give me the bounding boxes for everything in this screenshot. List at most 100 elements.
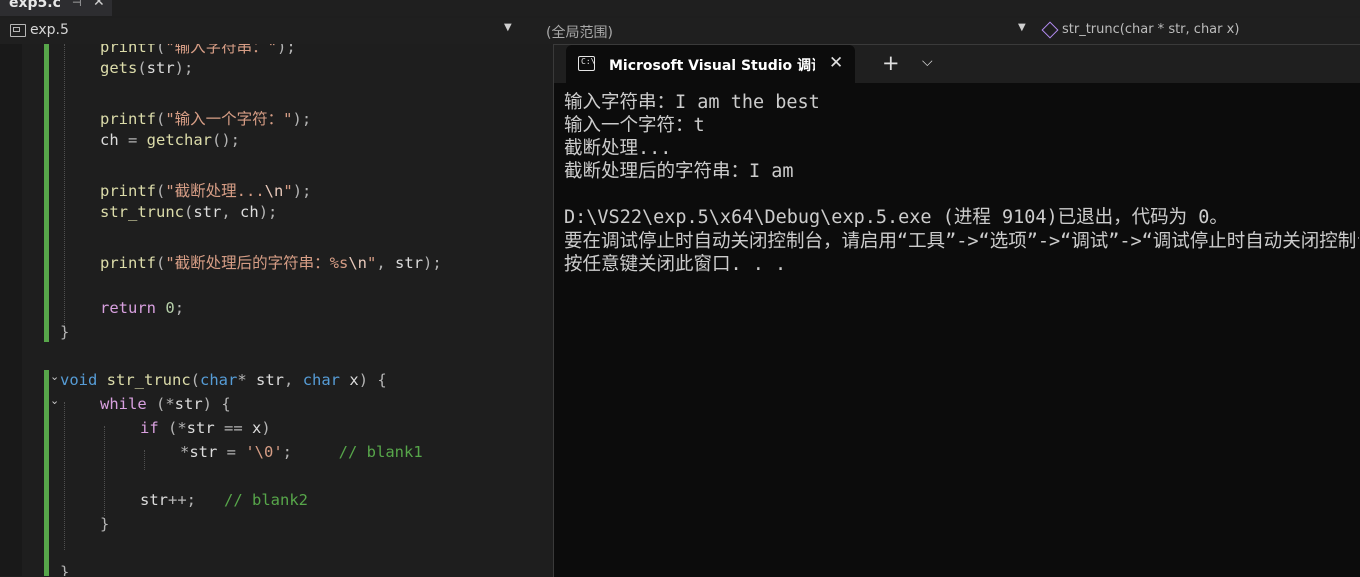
code-token: (* bbox=[146, 395, 175, 413]
console-line: 按任意键关闭此窗口. . . bbox=[564, 253, 787, 275]
code-token: '\0' bbox=[245, 443, 283, 461]
code-token: \n bbox=[264, 182, 284, 200]
code-token: "输入字符串：" bbox=[165, 44, 278, 56]
code-token: = bbox=[118, 131, 147, 149]
code-token: printf bbox=[100, 182, 156, 200]
console-line: 输入一个字符：t bbox=[564, 115, 705, 137]
code-token: ( bbox=[156, 254, 166, 272]
close-icon[interactable]: ✕ bbox=[93, 0, 105, 10]
pin-icon[interactable]: ⊣ bbox=[72, 0, 82, 9]
console-tab-title: Microsoft Visual Studio 调试控制台 bbox=[609, 58, 815, 74]
code-token: ch bbox=[100, 131, 119, 149]
document-tab-title: exp5.c bbox=[9, 0, 61, 11]
code-token: ch bbox=[240, 203, 259, 221]
code-token: ) { bbox=[202, 395, 231, 413]
chevron-down-icon[interactable]: ▼ bbox=[504, 22, 512, 33]
code-line: str_trunc(str, ch); bbox=[100, 203, 277, 221]
code-token: \n bbox=[348, 254, 368, 272]
code-token: "输入一个字符：" bbox=[165, 110, 293, 128]
code-token: (); bbox=[212, 131, 240, 149]
console-tab-bar: C:\ Microsoft Visual Studio 调试控制台 ✕ + ⌵ bbox=[554, 45, 1360, 83]
code-token: char bbox=[200, 371, 238, 389]
function-dropdown[interactable]: str_trunc(char * str, char x) bbox=[1040, 18, 1360, 42]
code-token: ; bbox=[282, 443, 339, 461]
code-line: printf("截断处理...\n"); bbox=[100, 179, 311, 201]
code-token: ( bbox=[156, 110, 166, 128]
code-line: while (*str) { bbox=[100, 395, 231, 413]
chevron-down-icon[interactable]: ⌵ bbox=[922, 54, 933, 70]
code-token: str bbox=[193, 203, 222, 221]
document-tab-strip: exp5.c ⊣ ✕ bbox=[0, 0, 1360, 16]
code-line: } bbox=[60, 563, 69, 576]
change-indicator-bar bbox=[44, 370, 49, 576]
code-token: "截断处理后的字符串：%s bbox=[165, 254, 349, 272]
code-token: * bbox=[237, 371, 257, 389]
code-token: == bbox=[214, 419, 252, 437]
code-token: // blank1 bbox=[338, 443, 423, 461]
project-dropdown[interactable]: exp.5 ▼ bbox=[4, 18, 516, 42]
code-token: ++; bbox=[168, 491, 224, 509]
fold-chevron-icon[interactable]: ⌄ bbox=[50, 394, 59, 407]
console-line: 输入字符串：I am the best bbox=[564, 92, 820, 113]
code-token: printf bbox=[100, 44, 156, 56]
code-token: " bbox=[283, 182, 293, 200]
code-token: char bbox=[302, 371, 341, 389]
code-token: printf bbox=[100, 110, 156, 128]
code-token: ); bbox=[423, 254, 442, 272]
code-token: str bbox=[186, 419, 215, 437]
code-token: ); bbox=[292, 182, 312, 200]
code-token: getchar bbox=[146, 131, 212, 149]
document-tab[interactable]: exp5.c ⊣ ✕ bbox=[0, 0, 112, 16]
method-icon bbox=[1041, 21, 1059, 39]
scope-dropdown[interactable]: (全局范围) ▼ bbox=[540, 18, 1032, 42]
scope-label: (全局范围) bbox=[546, 25, 613, 41]
code-token: } bbox=[60, 563, 70, 576]
code-token: } bbox=[100, 515, 110, 533]
code-line: if (*str == x) bbox=[140, 419, 271, 437]
code-token: str bbox=[395, 254, 424, 272]
code-token: , bbox=[221, 203, 241, 221]
code-token: = bbox=[217, 443, 246, 461]
code-token: ( bbox=[190, 371, 201, 389]
code-token: ( bbox=[156, 44, 166, 56]
code-token: " bbox=[367, 254, 377, 272]
function-label: str_trunc(char * str, char x) bbox=[1062, 22, 1240, 37]
code-token: ( bbox=[156, 182, 166, 200]
close-icon[interactable]: ✕ bbox=[829, 53, 843, 73]
code-line: void str_trunc(char* str, char x) { bbox=[60, 371, 387, 389]
console-line: 截断处理后的字符串：I am bbox=[564, 161, 794, 183]
code-token: ) bbox=[261, 419, 271, 437]
indent-guide bbox=[144, 450, 145, 470]
console-tab[interactable]: C:\ Microsoft Visual Studio 调试控制台 ✕ bbox=[566, 45, 855, 83]
code-token: // blank2 bbox=[224, 491, 308, 509]
code-token: str bbox=[140, 491, 168, 509]
code-line: } bbox=[60, 323, 69, 341]
code-line: *str = '\0'; // blank1 bbox=[180, 443, 423, 461]
code-line: } bbox=[100, 515, 109, 533]
code-token: str bbox=[146, 59, 175, 77]
indent-guide bbox=[104, 426, 105, 516]
code-token: ); bbox=[277, 44, 296, 56]
code-token: return bbox=[100, 299, 156, 317]
new-tab-icon[interactable]: + bbox=[882, 51, 900, 75]
code-token: str_trunc bbox=[106, 371, 191, 389]
indent-guide bbox=[64, 44, 65, 330]
code-token: ( bbox=[184, 203, 194, 221]
chevron-down-icon[interactable]: ▼ bbox=[1018, 22, 1026, 33]
code-token: while bbox=[100, 395, 147, 413]
code-line: return 0; bbox=[100, 299, 184, 317]
fold-chevron-icon[interactable]: ⌄ bbox=[50, 370, 59, 383]
code-editor[interactable]: ⌄ ⌄ printf("输入字符串："); gets(str); printf("输… bbox=[0, 44, 553, 576]
code-token: void bbox=[60, 371, 98, 389]
code-line: printf("输入字符串："); bbox=[100, 44, 296, 57]
code-token: ); bbox=[258, 203, 278, 221]
code-token: ); bbox=[292, 110, 312, 128]
navigation-bar: exp.5 ▼ (全局范围) ▼ str_trunc(char * str, c… bbox=[0, 18, 1360, 45]
change-indicator-bar bbox=[44, 44, 49, 342]
code-token: str bbox=[189, 443, 218, 461]
code-line: printf("输入一个字符："); bbox=[100, 107, 311, 129]
code-token: str bbox=[174, 395, 203, 413]
